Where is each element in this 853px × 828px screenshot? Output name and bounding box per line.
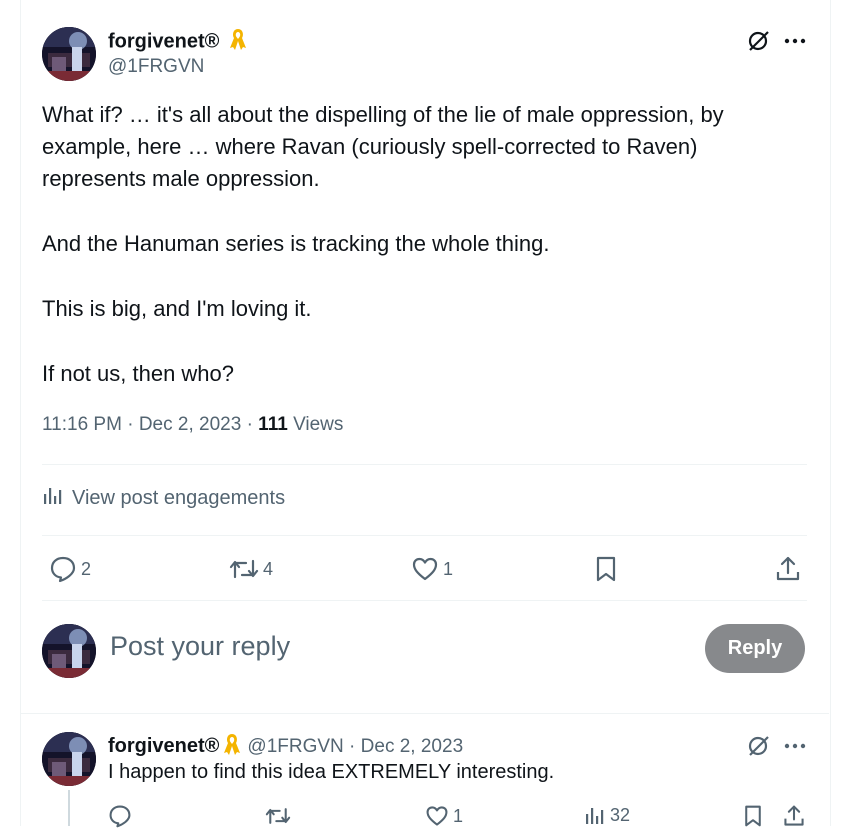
like-icon xyxy=(425,804,449,828)
share-icon xyxy=(782,804,806,828)
reply-count: 2 xyxy=(81,558,92,579)
reply-header: forgivenet® @1FRGVN · Dec 2, 2023 xyxy=(108,732,463,761)
views-count: 111 xyxy=(258,414,288,435)
reply-reply-button[interactable] xyxy=(108,804,132,828)
repost-button[interactable]: 4 xyxy=(229,555,273,583)
bookmark-icon xyxy=(593,555,619,583)
analytics-icon xyxy=(42,484,64,512)
post-time[interactable]: 11:16 PM xyxy=(42,414,122,435)
reply-views-button[interactable]: 32 xyxy=(584,804,630,826)
reply-author-name[interactable]: forgivenet® xyxy=(108,735,219,758)
more-icon[interactable] xyxy=(782,733,808,759)
post-meta: 11:16 PM · Dec 2, 2023 · 111 Views xyxy=(42,414,343,436)
reply-date[interactable]: Dec 2, 2023 xyxy=(361,736,463,758)
divider xyxy=(42,464,807,465)
post-date[interactable]: Dec 2, 2023 xyxy=(139,414,241,435)
thread-line xyxy=(68,790,70,826)
divider xyxy=(42,600,807,601)
reply-author-avatar[interactable] xyxy=(42,732,96,786)
ribbon-icon xyxy=(223,732,241,761)
grok-icon[interactable] xyxy=(746,28,772,54)
separator: · xyxy=(246,414,259,435)
reply-like-count: 1 xyxy=(453,805,464,826)
engagements-label[interactable]: View post engagements xyxy=(72,487,285,510)
author-handle[interactable]: @1FRGVN xyxy=(108,56,204,78)
reply-icon xyxy=(108,804,132,828)
divider xyxy=(20,713,829,714)
bookmark-icon xyxy=(742,804,764,828)
reply-submit-button[interactable]: Reply xyxy=(705,624,805,673)
like-count: 1 xyxy=(443,558,454,579)
author-name-text[interactable]: forgivenet® xyxy=(108,30,219,52)
my-avatar[interactable] xyxy=(42,624,96,678)
reply-repost-button[interactable] xyxy=(265,804,291,828)
reply-share-button[interactable] xyxy=(782,804,806,828)
repost-icon xyxy=(229,555,259,583)
divider xyxy=(42,535,807,536)
share-button[interactable] xyxy=(774,555,802,583)
separator: · xyxy=(127,414,139,435)
reply-icon xyxy=(49,555,77,583)
view-engagements-link[interactable]: View post engagements xyxy=(42,484,285,512)
reply-button[interactable]: 2 xyxy=(49,555,91,583)
bookmark-button[interactable] xyxy=(593,555,619,583)
share-icon xyxy=(774,555,802,583)
analytics-icon xyxy=(584,804,606,826)
grok-icon[interactable] xyxy=(746,733,772,759)
ribbon-icon xyxy=(229,27,247,57)
views-label: Views xyxy=(293,414,344,435)
post-text-paragraph: And the Hanuman series is tracking the w… xyxy=(42,231,550,256)
reply-text: I happen to find this idea EXTREMELY int… xyxy=(108,761,555,783)
reply-author-handle[interactable]: @1FRGVN xyxy=(247,736,343,758)
author-avatar[interactable] xyxy=(42,27,96,81)
like-button[interactable]: 1 xyxy=(411,555,453,583)
more-icon[interactable] xyxy=(782,28,808,54)
post-text-paragraph: What if? … it's all about the dispelling… xyxy=(42,102,724,191)
post-text-paragraph: If not us, then who? xyxy=(42,361,235,386)
reply-like-button[interactable]: 1 xyxy=(425,804,463,828)
like-icon xyxy=(411,555,439,583)
reply-bookmark-button[interactable] xyxy=(742,804,764,828)
post-text-paragraph: This is big, and I'm loving it. xyxy=(42,296,312,321)
repost-icon xyxy=(265,804,291,828)
reply-views-count: 32 xyxy=(610,804,631,825)
reply-input[interactable]: Post your reply xyxy=(110,631,290,662)
separator: · xyxy=(343,735,361,757)
repost-count: 4 xyxy=(263,558,274,579)
author-name[interactable]: forgivenet® xyxy=(108,27,247,57)
